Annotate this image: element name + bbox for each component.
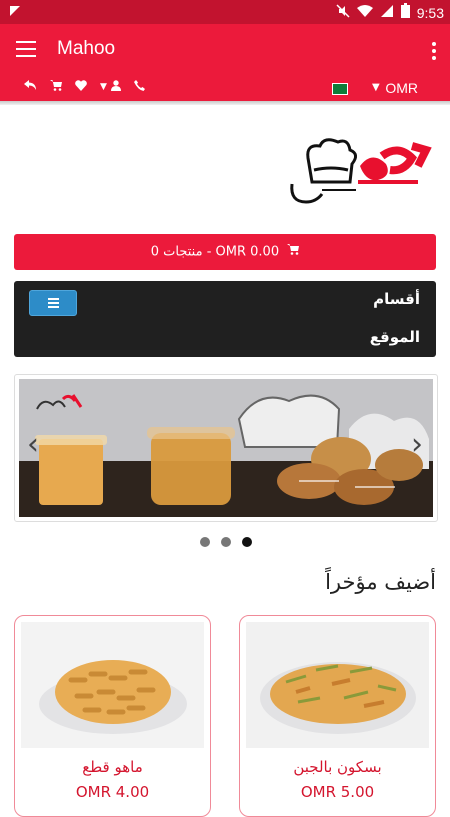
product-card[interactable]: بسكون بالجبن OMR 5.00: [239, 615, 436, 817]
slider-dot[interactable]: [221, 537, 231, 547]
battery-icon: [400, 3, 410, 22]
product-price: OMR 4.00: [75, 783, 150, 801]
banner-image: [19, 379, 433, 517]
product-image: [246, 622, 429, 748]
product-price: OMR 5.00: [300, 783, 375, 801]
phone-icon[interactable]: [133, 80, 145, 94]
site-label: الموقع: [369, 328, 420, 346]
saudi-flag-icon[interactable]: [332, 83, 348, 95]
product-image: [21, 622, 204, 748]
mute-icon: [336, 3, 350, 22]
app-title: Mahoo: [57, 38, 116, 59]
product-name[interactable]: ماهو قطع: [15, 758, 210, 776]
cart-icon: [287, 234, 300, 270]
divider: [0, 101, 450, 105]
user-icon: [110, 80, 121, 94]
currency-selector[interactable]: OMR: [385, 80, 418, 96]
categories-label: أقسام: [373, 290, 420, 308]
account-dropdown[interactable]: ▼: [100, 80, 121, 94]
menu-icon[interactable]: [16, 41, 36, 59]
slider-dot-active[interactable]: [242, 537, 252, 547]
top-links-bar: ▼ ▼ OMR: [0, 76, 450, 101]
caret-down-icon: ▼: [100, 82, 107, 92]
clock-text: 9:53: [416, 4, 444, 21]
slider-prev-icon[interactable]: ‹: [27, 427, 39, 462]
recently-added-title: أضيف مؤخراً: [325, 570, 436, 594]
more-options-icon[interactable]: [432, 42, 436, 63]
banner-slider[interactable]: ‹ ›: [14, 374, 438, 522]
categories-toggle-button[interactable]: [29, 290, 77, 316]
mahoo-logo[interactable]: [286, 136, 432, 212]
cart-summary-button[interactable]: 0 منتجات - OMR 0.00: [14, 234, 436, 270]
slider-next-icon[interactable]: ›: [411, 427, 423, 462]
signal-icon: [380, 4, 394, 22]
cart-summary-text: 0 منتجات - OMR 0.00: [150, 244, 280, 260]
heart-icon[interactable]: [75, 80, 87, 94]
product-card[interactable]: ماهو قطع OMR 4.00: [14, 615, 211, 817]
notification-icon: [8, 4, 22, 22]
status-bar: 9:53: [0, 0, 450, 24]
currency-caret-icon[interactable]: ▼: [372, 82, 380, 93]
wifi-icon: [356, 4, 373, 22]
slider-pagination: [200, 537, 252, 547]
categories-navbar: أقسام الموقع: [14, 281, 436, 357]
slider-dot[interactable]: [200, 537, 210, 547]
cart-icon[interactable]: [50, 80, 62, 94]
product-name[interactable]: بسكون بالجبن: [240, 758, 435, 776]
share-icon[interactable]: [24, 80, 37, 94]
app-bar: Mahoo: [0, 24, 450, 76]
